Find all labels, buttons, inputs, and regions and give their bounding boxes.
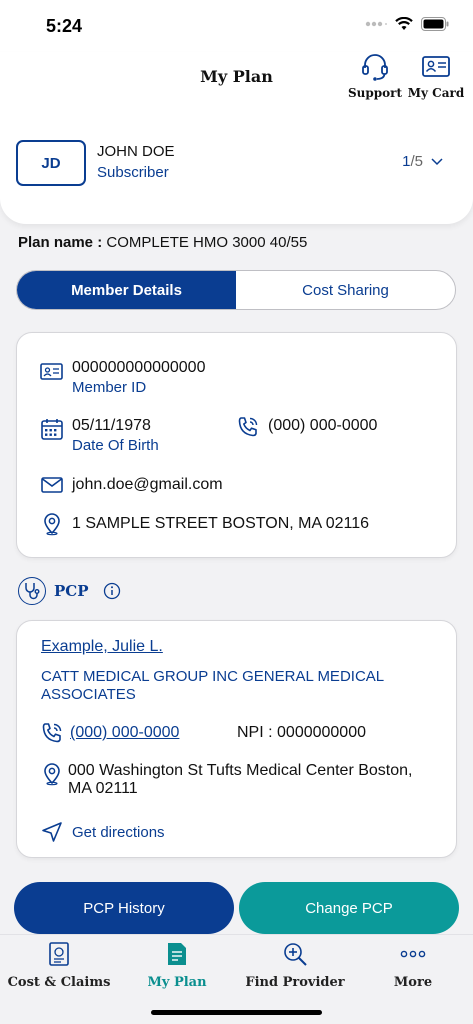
pcp-history-button[interactable]: PCP History <box>14 882 234 934</box>
phone-value: (000) 000-0000 <box>268 417 378 434</box>
signal-icon <box>365 21 387 27</box>
support-button[interactable]: Support <box>340 52 410 100</box>
member-name: JOHN DOE <box>97 143 175 160</box>
member-details-card: 000000000000000 Member ID 05/11/1978 Dat… <box>16 332 457 558</box>
avatar: JD <box>16 140 86 186</box>
search-provider-icon <box>284 943 307 966</box>
change-pcp-button[interactable]: Change PCP <box>239 882 459 934</box>
nav-my-plan[interactable]: My Plan <box>118 941 236 990</box>
tab-cost-sharing[interactable]: Cost Sharing <box>236 271 455 309</box>
nav-cost-claims-label: Cost & Claims <box>7 975 111 990</box>
email-row[interactable]: john.doe@gmail.com <box>40 473 223 497</box>
dob-label: Date Of Birth <box>72 437 159 454</box>
pcp-card: Example, Julie L. CATT MEDICAL GROUP INC… <box>16 620 457 858</box>
nav-find-provider[interactable]: Find Provider <box>236 941 354 990</box>
stethoscope-icon <box>18 577 46 605</box>
pcp-npi: NPI : 0000000000 <box>237 724 366 742</box>
nav-more[interactable]: More <box>354 941 472 990</box>
info-icon[interactable] <box>103 582 121 600</box>
member-id-label: Member ID <box>72 379 147 396</box>
chevron-down-icon <box>431 157 443 165</box>
member-switcher[interactable]: 1/5 <box>402 153 443 170</box>
pcp-group-name: CATT MEDICAL GROUP INC GENERAL MEDICAL A… <box>41 668 384 703</box>
pcp-title: PCP <box>54 582 89 600</box>
pcp-phone-link[interactable]: (000) 000-0000 <box>70 724 179 742</box>
my-card-button[interactable]: My Card <box>401 52 471 100</box>
id-card-icon <box>422 56 450 77</box>
nav-my-plan-label: My Plan <box>147 975 207 990</box>
status-icons <box>365 17 449 31</box>
member-id-row: 000000000000000 Member ID <box>40 359 205 396</box>
location-pin-icon <box>44 513 60 536</box>
member-pager-text: 1/5 <box>402 153 423 170</box>
status-bar: 5:24 <box>0 0 473 52</box>
battery-icon <box>421 17 449 31</box>
tab-member-details[interactable]: Member Details <box>17 271 236 309</box>
pcp-section-header: PCP <box>18 577 121 605</box>
npi-value: 0000000000 <box>277 724 366 741</box>
get-directions-label: Get directions <box>72 823 165 841</box>
plan-document-icon <box>168 943 186 965</box>
calendar-icon <box>41 419 63 440</box>
headset-icon <box>362 54 388 81</box>
location-pin-icon <box>44 763 60 786</box>
nav-more-label: More <box>393 975 433 990</box>
dob-value: 05/11/1978 <box>72 417 151 434</box>
pcp-doctor-link[interactable]: Example, Julie L. <box>41 638 163 656</box>
wifi-icon <box>395 17 413 30</box>
address-value: 1 SAMPLE STREET BOSTON, MA 02116 <box>72 515 370 532</box>
member-id-value: 000000000000000 <box>72 359 206 376</box>
nav-cost-claims[interactable]: Cost & Claims <box>0 941 118 990</box>
pcp-address: 000 Washington St Tufts Medical Center B… <box>68 762 413 797</box>
email-value: john.doe@gmail.com <box>72 476 223 493</box>
status-time: 5:24 <box>46 16 83 36</box>
claims-document-icon <box>49 942 69 966</box>
plan-name: Plan name : COMPLETE HMO 3000 40/55 <box>18 234 307 251</box>
detail-tabs: Member Details Cost Sharing <box>16 270 456 310</box>
npi-label: NPI : <box>237 724 273 741</box>
pcp-address-row: 000 Washington St Tufts Medical Center B… <box>40 762 438 798</box>
phone-call-icon <box>42 723 62 743</box>
dob-row: 05/11/1978 Date Of Birth <box>40 417 159 454</box>
support-label: Support <box>347 86 403 100</box>
id-card-icon <box>40 363 63 380</box>
plan-name-label: Plan name : <box>18 234 103 251</box>
pcp-phone-row[interactable]: (000) 000-0000 <box>40 721 179 745</box>
member-role: Subscriber <box>97 164 169 181</box>
pager-total: /5 <box>410 153 423 170</box>
home-indicator <box>151 1010 322 1015</box>
phone-call-icon <box>238 417 258 437</box>
plan-name-value: COMPLETE HMO 3000 40/55 <box>106 234 308 251</box>
address-row: 1 SAMPLE STREET BOSTON, MA 02116 <box>40 512 369 536</box>
navigation-arrow-icon <box>42 822 62 842</box>
get-directions-link[interactable]: Get directions <box>40 820 165 844</box>
nav-find-provider-label: Find Provider <box>245 975 345 990</box>
header-card: My Plan Support My Card JD JOHN DOE Subs… <box>0 52 473 224</box>
my-card-label: My Card <box>407 86 465 100</box>
phone-row[interactable]: (000) 000-0000 <box>236 415 377 439</box>
mail-icon <box>41 477 63 493</box>
more-dots-icon <box>400 950 426 958</box>
